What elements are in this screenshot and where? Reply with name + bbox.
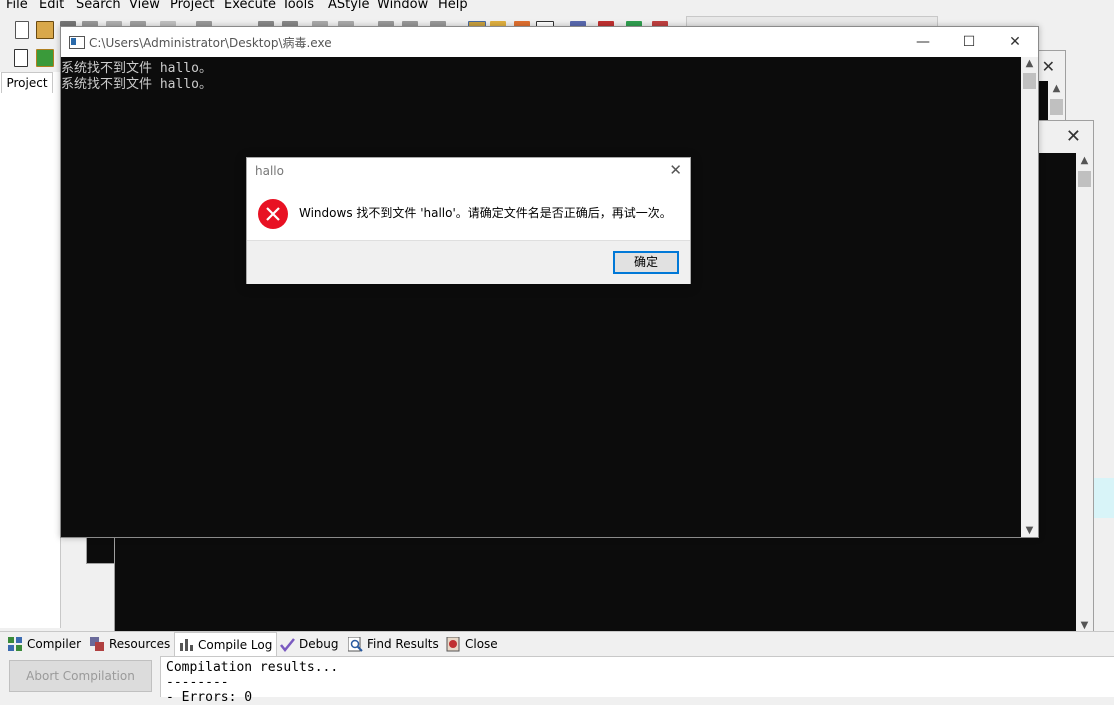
menu-window[interactable]: Window [377, 0, 428, 12]
tab-label: Compiler [27, 637, 82, 651]
grid-icon [8, 636, 23, 652]
dialog-button-bar: 确定 [247, 240, 690, 284]
insert-icon[interactable] [36, 49, 54, 67]
dialog-close-button[interactable]: ✕ [669, 161, 682, 179]
resources-icon [90, 636, 105, 652]
close-doc-icon [446, 636, 461, 652]
check-icon [280, 637, 295, 652]
tab-close[interactable]: Close [446, 634, 498, 654]
log-line: - Errors: 0 [166, 690, 253, 705]
tab-project[interactable]: Project [1, 72, 53, 93]
log-line: Compilation results... [166, 660, 339, 675]
menu-bar: File Edit Search View Project Execute To… [0, 0, 1114, 14]
compile-log-output[interactable]: Compilation results... -------- - Errors… [160, 656, 1114, 705]
find-icon [347, 636, 363, 652]
menu-astyle[interactable]: AStyle [328, 0, 370, 12]
project-panel [0, 72, 61, 628]
menu-project[interactable]: Project [170, 0, 214, 12]
scroll-down-arrow-icon[interactable]: ▼ [1021, 525, 1038, 536]
scroll-down-arrow-icon[interactable]: ▼ [1076, 620, 1093, 631]
scroll-up-arrow-icon[interactable]: ▲ [1076, 155, 1093, 166]
chart-icon [179, 637, 194, 652]
tab-label: Debug [299, 637, 339, 651]
minimize-button[interactable]: — [900, 27, 946, 57]
scroll-up-arrow-icon[interactable]: ▲ [1048, 83, 1065, 94]
console-titlebar[interactable]: C:\Users\Administrator\Desktop\病毒.exe — … [61, 27, 1038, 57]
close-icon[interactable]: ✕ [1042, 57, 1055, 76]
console-app-icon [69, 36, 85, 49]
scroll-thumb[interactable] [1078, 171, 1091, 187]
tab-resources[interactable]: Resources [90, 634, 170, 654]
dialog-title: hallo [255, 164, 284, 178]
maximize-button[interactable]: ☐ [946, 27, 992, 57]
tab-label: Compile Log [198, 637, 273, 652]
vertical-scrollbar[interactable]: ▲ ▼ [1076, 153, 1093, 633]
tab-label: Find Results [367, 637, 439, 651]
bottom-tab-bar: Compiler Resources Compile Log Debug Fin… [0, 631, 1114, 656]
menu-help[interactable]: Help [438, 0, 468, 12]
menu-tools[interactable]: Tools [282, 0, 314, 12]
console-line: 系统找不到文件 hallo。 [61, 77, 212, 92]
console-title: C:\Users\Administrator\Desktop\病毒.exe [89, 36, 332, 50]
menu-file[interactable]: File [6, 0, 28, 12]
menu-execute[interactable]: Execute [224, 0, 276, 12]
menu-search[interactable]: Search [76, 0, 121, 12]
tab-compile-log[interactable]: Compile Log [174, 632, 278, 656]
goto-icon[interactable] [14, 49, 28, 67]
console-output[interactable]: 系统找不到文件 hallo。 系统找不到文件 hallo。 [61, 57, 1021, 537]
tab-find-results[interactable]: Find Results [347, 634, 439, 654]
close-icon[interactable]: ✕ [1066, 126, 1081, 147]
dialog-message: Windows 找不到文件 'hallo'。请确定文件名是否正确后，再试一次。 [299, 206, 672, 220]
menu-view[interactable]: View [129, 0, 160, 12]
tab-debug[interactable]: Debug [280, 634, 338, 654]
close-button[interactable]: ✕ [992, 27, 1038, 57]
open-file-icon[interactable] [36, 21, 54, 39]
abort-compilation-button[interactable]: Abort Compilation [9, 660, 152, 692]
error-dialog: hallo ✕ Windows 找不到文件 'hallo'。请确定文件名是否正确… [246, 157, 691, 284]
ok-button[interactable]: 确定 [613, 251, 679, 274]
menu-edit[interactable]: Edit [39, 0, 64, 12]
scroll-up-arrow-icon[interactable]: ▲ [1021, 58, 1038, 69]
tab-label: Resources [109, 637, 171, 651]
tab-label: Close [465, 637, 498, 651]
tab-compiler[interactable]: Compiler [8, 634, 81, 654]
scroll-thumb[interactable] [1050, 99, 1063, 115]
new-file-icon[interactable] [15, 21, 29, 39]
log-line: -------- [166, 675, 229, 690]
vertical-scrollbar[interactable]: ▲ ▼ [1021, 57, 1038, 537]
scroll-thumb[interactable] [1023, 73, 1036, 89]
error-icon [258, 199, 288, 229]
